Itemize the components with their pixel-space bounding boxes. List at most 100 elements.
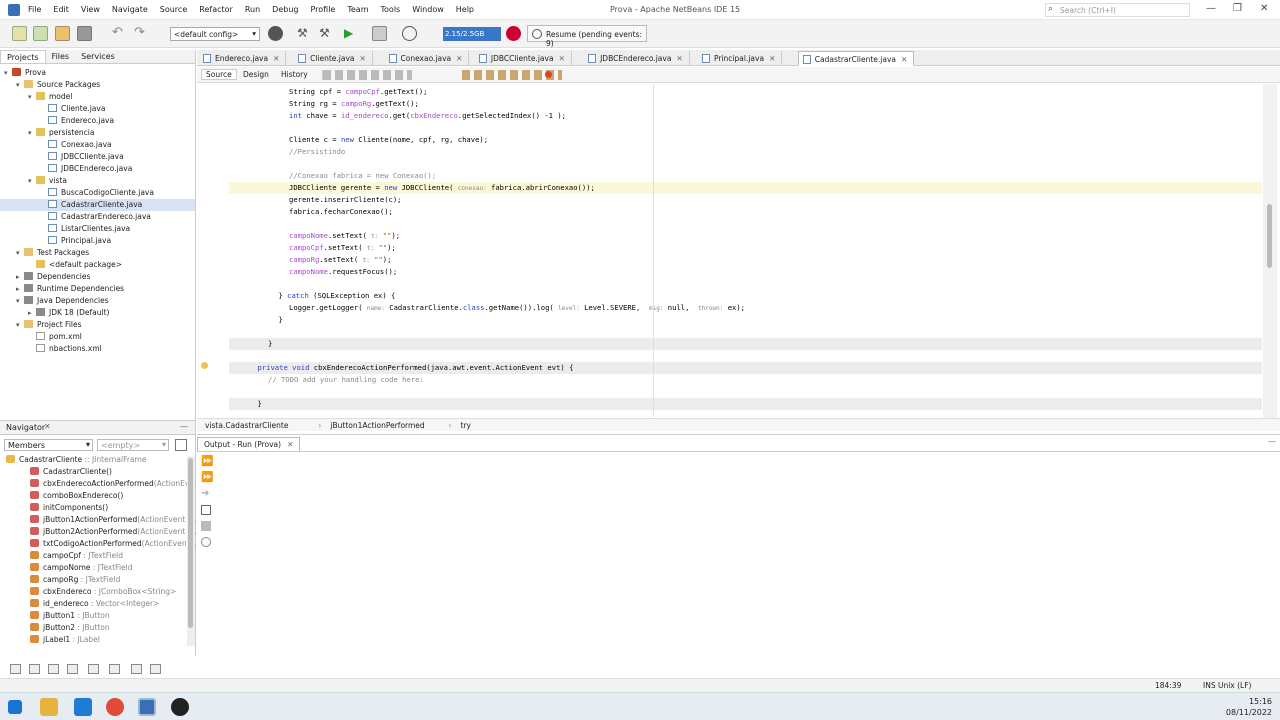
tab-output-run[interactable]: Output - Run (Prova) ✕ <box>197 437 301 451</box>
code-line[interactable]: String rg = campoRg.getText(); <box>289 98 419 110</box>
forward-icon[interactable]: ➔ <box>201 489 211 499</box>
close-tab-icon[interactable]: ✕ <box>901 55 907 64</box>
tree-item[interactable]: ▾ persistencia <box>28 127 94 139</box>
members-select[interactable]: Members ▾ <box>4 439 93 451</box>
close-tab-icon[interactable]: ✕ <box>769 54 775 63</box>
code-line[interactable]: campoNome.requestFocus(); <box>289 266 397 278</box>
maximize-button[interactable]: ❐ <box>1233 3 1242 14</box>
tree-item[interactable]: nbactions.xml <box>28 343 102 355</box>
menu-source[interactable]: Source <box>160 5 187 14</box>
stop-icon[interactable] <box>201 521 211 531</box>
tree-item[interactable]: ▸ JDK 18 (Default) <box>28 307 109 319</box>
memory-indicator[interactable]: 2.15/2.5GB <box>443 27 501 41</box>
show-javadoc-icon[interactable] <box>150 664 161 674</box>
navigator-item[interactable]: txtCodigoActionPerformed(ActionEvent... <box>30 538 197 550</box>
code-line[interactable]: int chave = id_endereco.get(cbxEndereco.… <box>289 110 566 122</box>
settings-icon[interactable] <box>201 505 211 515</box>
expand-arrow-icon[interactable]: ▸ <box>16 271 24 283</box>
code-line[interactable]: campoNome.setText( t: ""); <box>289 230 400 242</box>
minimize-output-icon[interactable]: — <box>1268 437 1276 446</box>
navigator-item[interactable]: jButton2ActionPerformed(ActionEvent e... <box>30 526 199 538</box>
tab-files[interactable]: Files <box>46 50 76 63</box>
filter-fields-icon[interactable] <box>10 664 21 674</box>
code-line[interactable]: //Conexao fabrica = new Conexao(); <box>289 170 436 182</box>
navigator-item[interactable]: CadastrarCliente :: JInternalFrame <box>6 454 146 466</box>
tree-item[interactable]: ▾ Project Files <box>16 319 82 331</box>
redo-icon[interactable]: ↷ <box>134 26 149 41</box>
empty-select[interactable]: <empty> ▾ <box>97 439 169 451</box>
run-icon[interactable]: ▶ <box>344 26 359 41</box>
editor-tools-icons[interactable] <box>322 70 412 80</box>
editor-tab[interactable]: JDBCEndereco.java ✕ <box>584 51 690 66</box>
mail-icon[interactable] <box>74 698 92 716</box>
code-line[interactable]: } catch (SQLException ex) { <box>279 290 396 302</box>
navigator-item[interactable]: jLabel1 : JLabel <box>30 634 100 646</box>
build-hammer-icon[interactable]: ⚒ <box>297 26 312 41</box>
tree-item[interactable]: ▾ vista <box>28 175 67 187</box>
close-tab-icon[interactable]: ✕ <box>456 54 462 63</box>
tree-item[interactable]: Conexao.java <box>40 139 112 151</box>
filter-inner-classes-icon[interactable] <box>88 664 99 674</box>
close-icon[interactable]: ✕ <box>287 440 293 449</box>
expand-arrow-icon[interactable]: ▾ <box>16 295 24 307</box>
code-line[interactable]: } <box>258 398 262 410</box>
filter-static-icon[interactable] <box>29 664 40 674</box>
expand-arrow-icon[interactable]: ▸ <box>28 307 36 319</box>
editor-tab[interactable]: Cliente.java ✕ <box>294 51 373 66</box>
tab-design[interactable]: Design <box>243 70 269 79</box>
editor-tab[interactable]: JDBCCliente.java ✕ <box>475 51 572 66</box>
chrome-icon[interactable] <box>106 698 124 716</box>
breadcrumb-item[interactable]: vista.CadastrarCliente <box>205 421 288 430</box>
save-all-icon[interactable] <box>77 26 92 41</box>
globe-icon[interactable] <box>268 26 283 41</box>
rerun-icon[interactable]: ⏩ <box>201 457 213 467</box>
editor-tab[interactable]: Principal.java ✕ <box>698 51 783 66</box>
code-line[interactable]: campoRg.setText( t: ""); <box>289 254 391 266</box>
tree-item[interactable]: CadastrarCliente.java <box>0 199 195 211</box>
expand-arrow-icon[interactable]: ▾ <box>28 127 36 139</box>
obs-icon[interactable] <box>171 698 189 716</box>
sort-by-source-icon[interactable] <box>131 664 142 674</box>
editor-tab[interactable]: CadastrarCliente.java ✕ <box>797 51 915 66</box>
expand-arrow-icon[interactable]: ▸ <box>16 283 24 295</box>
tree-item[interactable]: JDBCEndereco.java <box>40 163 132 175</box>
tab-history[interactable]: History <box>281 70 308 79</box>
search-input[interactable]: ⌕ Search (Ctrl+I) <box>1045 3 1190 17</box>
tree-item[interactable]: Cliente.java <box>40 103 105 115</box>
tree-item[interactable]: Endereco.java <box>40 115 114 127</box>
code-line[interactable]: String cpf = campoCpf.getText(); <box>289 86 428 98</box>
navigator-item[interactable]: jButton2 : JButton <box>30 622 110 634</box>
navigator-item[interactable]: initComponents() <box>30 502 108 514</box>
tree-item[interactable]: BuscaCodigoCliente.java <box>40 187 154 199</box>
tree-item[interactable]: CadastrarEndereco.java <box>40 211 151 223</box>
navigator-item[interactable]: jButton1 : JButton <box>30 610 110 622</box>
windows-start-icon[interactable] <box>8 700 22 714</box>
menu-tools[interactable]: Tools <box>381 5 401 14</box>
editor-tab[interactable]: Conexao.java ✕ <box>385 51 470 66</box>
close-tab-icon[interactable]: ✕ <box>676 54 682 63</box>
code-line[interactable]: Cliente c = new Cliente(nome, cpf, rg, c… <box>289 134 488 146</box>
record-macro-icon[interactable] <box>545 71 552 78</box>
navigator-item[interactable]: jButton1ActionPerformed(ActionEvent e... <box>30 514 199 526</box>
debug-icon[interactable] <box>372 26 387 41</box>
code-line[interactable]: JDBCCliente gerente = new JDBCCliente( c… <box>289 182 595 194</box>
code-line[interactable]: Logger.getLogger( name: CadastrarCliente… <box>289 302 745 314</box>
editor-tab[interactable]: Endereco.java ✕ <box>199 51 287 66</box>
sort-by-name-icon[interactable] <box>109 664 120 674</box>
code-editor[interactable]: String cpf = campoCpf.getText(); String r… <box>197 84 1262 421</box>
resume-button[interactable]: Resume (pending events: 9) <box>527 25 647 48</box>
expand-arrow-icon[interactable]: ▾ <box>16 247 24 259</box>
code-line[interactable]: //Persistindo <box>289 146 345 158</box>
tab-projects[interactable]: Projects <box>0 50 46 63</box>
menu-edit[interactable]: Edit <box>53 5 69 14</box>
navigator-item[interactable]: campoCpf : JTextField <box>30 550 123 562</box>
minimize-navigator-icon[interactable]: — <box>180 422 188 431</box>
clean-build-icon[interactable]: ⚒ <box>319 26 334 41</box>
file-explorer-icon[interactable] <box>40 698 58 716</box>
open-project-icon[interactable] <box>55 26 70 41</box>
menu-profile[interactable]: Profile <box>310 5 335 14</box>
tree-item[interactable]: ▾ Prova <box>4 67 46 79</box>
close-tab-icon[interactable]: ✕ <box>360 54 366 63</box>
menu-navigate[interactable]: Navigate <box>112 5 148 14</box>
rerun-with-params-icon[interactable]: ⏩ <box>201 473 213 483</box>
